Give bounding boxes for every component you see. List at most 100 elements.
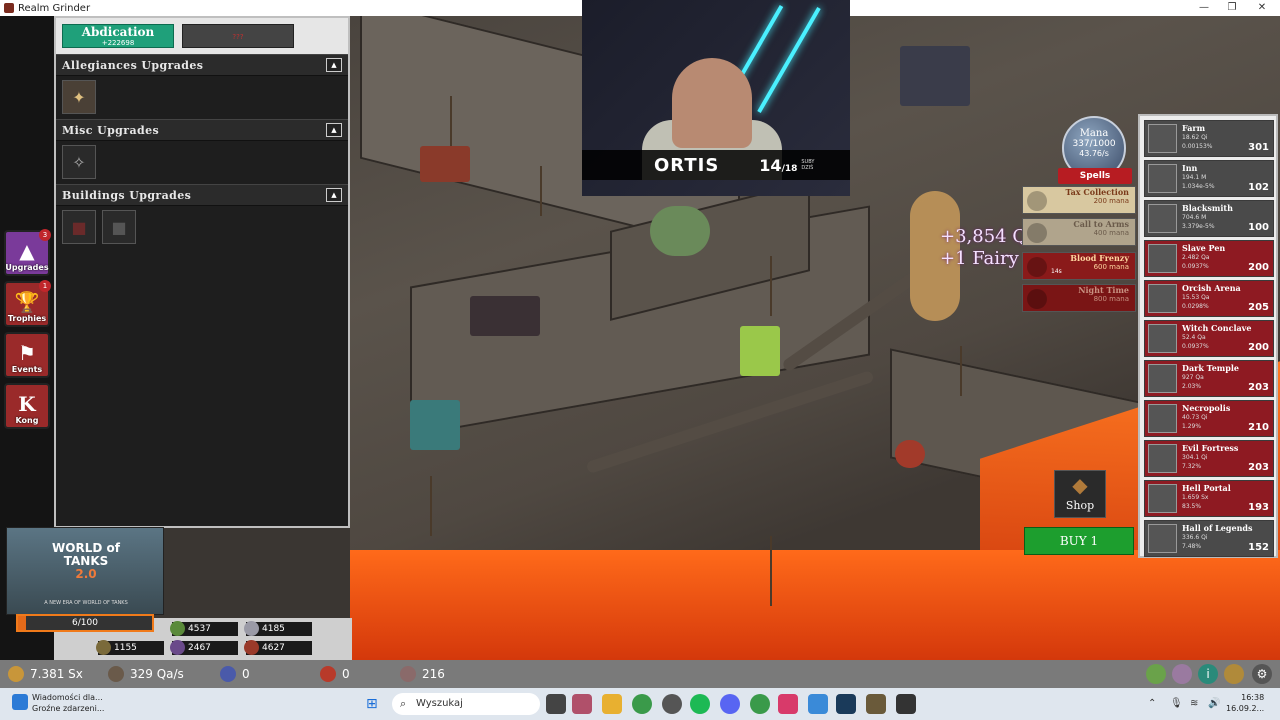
close-icon[interactable]: ✕ (1248, 0, 1276, 16)
upgrades-button[interactable]: ▲ Upgrades 3 (4, 229, 51, 276)
chrome-icon[interactable] (632, 694, 652, 714)
buy-quantity-button[interactable]: BUY 1 (1024, 527, 1134, 555)
building-row-slave-pen[interactable]: Slave Pen 2.482 Qa 0.0937% 200 (1144, 240, 1274, 277)
volume-icon[interactable]: 🔊 (1208, 698, 1220, 709)
stats-icon[interactable] (1224, 664, 1244, 684)
upgrade-item[interactable]: ■ (102, 210, 136, 244)
upgrade-item[interactable]: ✦ (62, 80, 96, 114)
map-building[interactable] (470, 296, 540, 336)
file-explorer-icon[interactable] (602, 694, 622, 714)
gear-icon[interactable]: ⚙ (1252, 664, 1272, 684)
upgrade-item[interactable]: ■ (62, 210, 96, 244)
taskbar-app-icon[interactable] (778, 694, 798, 714)
taskbar-app-icon[interactable] (662, 694, 682, 714)
building-name: Orcish Arena (1182, 283, 1241, 293)
discord-icon[interactable] (720, 694, 740, 714)
trophies-label: Trophies (7, 314, 47, 323)
upgrade-item[interactable]: ✧ (62, 145, 96, 179)
info-icon[interactable]: i (1198, 664, 1218, 684)
clock[interactable]: 16:38 16.09.2... (1226, 692, 1264, 714)
resource-value: 4627 (244, 640, 312, 655)
game-app-icon[interactable] (866, 694, 886, 714)
abdication-button[interactable]: Abdication +222698 (62, 24, 174, 48)
misc-upgrades-header[interactable]: Misc Upgrades ▲ (56, 119, 348, 141)
kong-button[interactable]: K Kong (4, 383, 50, 429)
building-count: 203 (1248, 382, 1269, 393)
ad-title: WORLD of TANKS (52, 541, 120, 568)
spell-night-time[interactable]: Night Time 800 mana (1022, 284, 1136, 312)
map-building[interactable] (900, 46, 970, 106)
rubies-stat: 0 (320, 666, 350, 682)
upgrades-panel: Abdication +222698 ??? Allegiances Upgra… (54, 16, 350, 528)
minimize-icon[interactable]: — (1190, 0, 1218, 16)
building-production: 336.6 Qi (1182, 534, 1208, 541)
collapse-icon[interactable]: ▲ (326, 188, 342, 202)
resource-value: 1155 (96, 640, 164, 655)
news-widget[interactable]: Wiadomości dla... Groźne zdarzeni... (12, 692, 104, 714)
trophy-icon: 🏆 (14, 290, 40, 314)
resource-icon (96, 640, 111, 655)
section-title: Allegiances Upgrades (62, 58, 204, 72)
task-view-icon[interactable] (546, 694, 566, 714)
taskbar-app-icon[interactable] (808, 694, 828, 714)
building-row-hall-of-legends[interactable]: Hall of Legends 336.6 Qi 7.48% 152 (1144, 520, 1274, 557)
portrait-icon[interactable] (1172, 664, 1192, 684)
chevron-up-icon[interactable]: ⌃ (1148, 698, 1156, 709)
building-row-hell-portal[interactable]: Hell Portal 1.659 Sx 83.5% 193 (1144, 480, 1274, 517)
events-button[interactable]: ⚑ Events (4, 332, 50, 378)
map-building[interactable] (650, 206, 710, 256)
chrome-icon[interactable] (750, 694, 770, 714)
spell-blood-frenzy[interactable]: Blood Frenzy 600 mana 14s (1022, 252, 1136, 280)
collapse-icon[interactable]: ▲ (326, 123, 342, 137)
taskbar-search[interactable]: ⌕ Wyszukaj (392, 693, 540, 715)
units-stat: 216 (400, 666, 445, 682)
mana-value: 337/1000 (1072, 139, 1116, 149)
building-name: Farm (1182, 123, 1206, 133)
building-row-blacksmith[interactable]: Blacksmith 704.6 M 3.379e-5% 100 (1144, 200, 1274, 237)
maximize-icon[interactable]: ❐ (1218, 0, 1246, 16)
map-building[interactable] (895, 440, 925, 468)
building-row-evil-fortress[interactable]: Evil Fortress 304.1 Qi 7.32% 203 (1144, 440, 1274, 477)
building-row-farm[interactable]: Farm 18.62 Qi 0.00153% 301 (1144, 120, 1274, 157)
locked-button[interactable]: ??? (182, 24, 294, 48)
spotify-icon[interactable] (690, 694, 710, 714)
building-production: 304.1 Qi (1182, 454, 1208, 461)
taskbar-app-icon[interactable] (572, 694, 592, 714)
faction-icon[interactable] (1146, 664, 1166, 684)
building-share: 1.034e-5% (1182, 183, 1215, 190)
building-production: 52.4 Qa (1182, 334, 1206, 341)
map-building[interactable] (420, 146, 470, 182)
wifi-icon[interactable]: ≋ (1190, 698, 1198, 709)
microphone-icon[interactable]: 🎙 (1170, 698, 1183, 709)
start-icon[interactable]: ⊞ (366, 696, 382, 712)
buildings-upgrades-header[interactable]: Buildings Upgrades ▲ (56, 184, 348, 206)
sub-counter: 14/18 (759, 155, 798, 175)
ad-version: 2.0 (75, 567, 97, 581)
neon-light (757, 7, 821, 113)
map-building[interactable] (410, 400, 460, 450)
building-row-dark-temple[interactable]: Dark Temple 927 Qa 2.03% 203 (1144, 360, 1274, 397)
trophies-button[interactable]: 🏆 Trophies 1 (4, 280, 51, 327)
building-count: 210 (1248, 422, 1269, 433)
building-row-inn[interactable]: Inn 194.1 M 1.034e-5% 102 (1144, 160, 1274, 197)
allegiances-upgrades-header[interactable]: Allegiances Upgrades ▲ (56, 54, 348, 76)
building-row-orcish-arena[interactable]: Orcish Arena 15.53 Qa 0.0298% 205 (1144, 280, 1274, 317)
window-title: Realm Grinder (18, 2, 91, 14)
search-icon: ⌕ (400, 697, 407, 710)
map-building[interactable] (740, 326, 780, 376)
taskbar-app-icon[interactable] (896, 694, 916, 714)
shop-button[interactable]: ◆ Shop (1054, 470, 1106, 518)
building-row-witch-conclave[interactable]: Witch Conclave 52.4 Qa 0.0937% 200 (1144, 320, 1274, 357)
resource-icon (170, 640, 185, 655)
collapse-icon[interactable]: ▲ (326, 58, 342, 72)
building-icon (1148, 444, 1177, 473)
floating-gain-text: +3,854 Q +1 Fairy (940, 226, 1028, 269)
spell-call-to-arms[interactable]: Call to Arms 400 mana (1022, 218, 1136, 246)
spell-icon (1027, 223, 1047, 243)
building-name: Hell Portal (1182, 483, 1231, 493)
advertisement[interactable]: WORLD of TANKS 2.0 A NEW ERA OF WORLD OF… (6, 527, 164, 615)
spell-tax-collection[interactable]: Tax Collection 200 mana (1022, 186, 1136, 214)
building-row-necropolis[interactable]: Necropolis 40.73 Qi 1.29% 210 (1144, 400, 1274, 437)
shop-label: Shop (1065, 499, 1095, 512)
steam-icon[interactable] (836, 694, 856, 714)
